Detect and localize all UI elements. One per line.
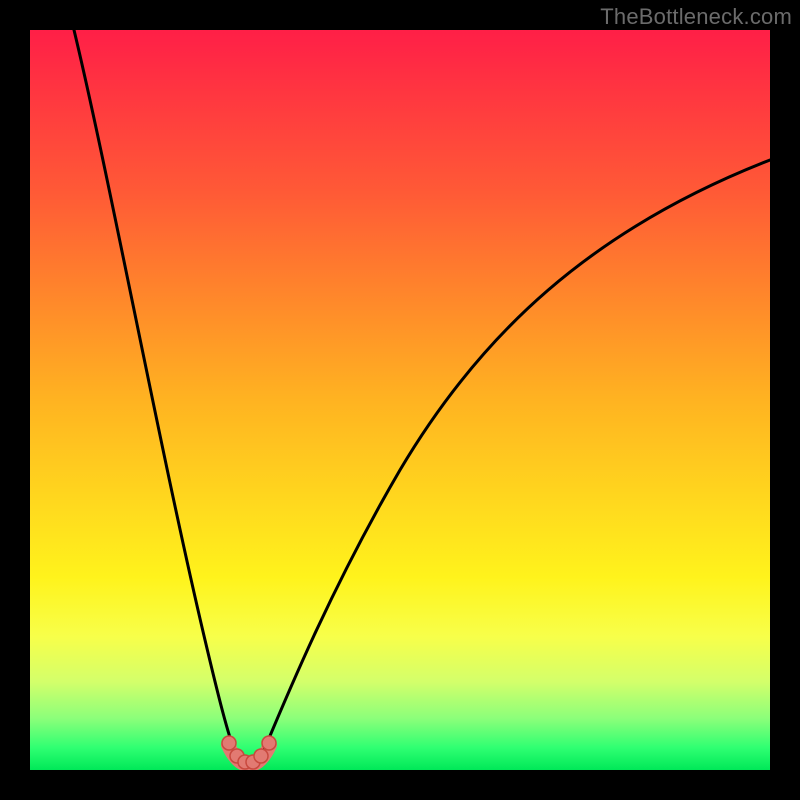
chart-frame: TheBottleneck.com (0, 0, 800, 800)
curve-layer (30, 30, 770, 770)
bottleneck-curve-left (74, 30, 236, 755)
valley-marker (254, 749, 268, 763)
valley-marker (262, 736, 276, 750)
plot-area (30, 30, 770, 770)
valley-marker-group (222, 736, 276, 769)
valley-marker (222, 736, 236, 750)
watermark-text: TheBottleneck.com (600, 4, 792, 30)
bottleneck-curve-right (262, 160, 770, 755)
